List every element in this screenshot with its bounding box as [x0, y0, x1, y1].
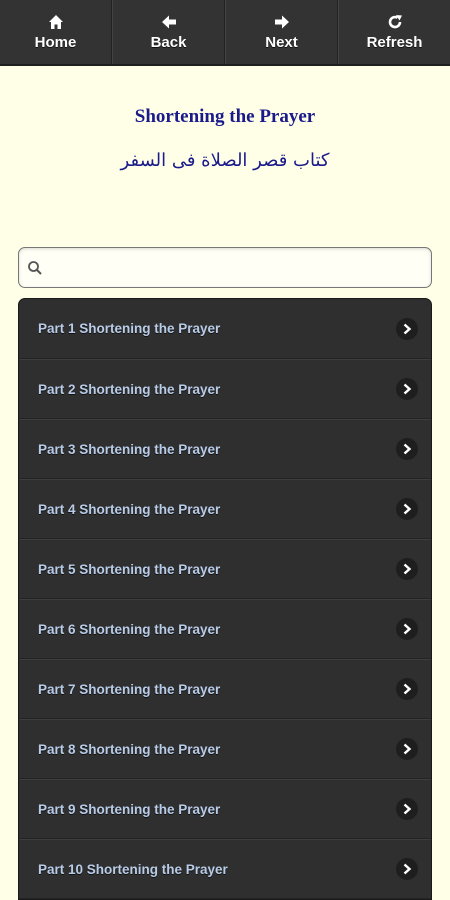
refresh-icon: [386, 13, 404, 31]
chevron-right-icon: [396, 438, 418, 460]
list-item[interactable]: Part 7 Shortening the Prayer: [19, 659, 431, 719]
chevron-right-icon: [396, 678, 418, 700]
list-item-label: Part 2 Shortening the Prayer: [38, 381, 221, 397]
home-button-label: Home: [34, 34, 77, 51]
list-item-label: Part 3 Shortening the Prayer: [38, 441, 221, 457]
search-box: [18, 247, 432, 288]
chevron-right-icon: [396, 498, 418, 520]
refresh-button-label: Refresh: [366, 34, 423, 51]
search-input[interactable]: [49, 252, 427, 285]
home-icon: [47, 13, 65, 31]
parts-list: Part 1 Shortening the Prayer Part 2 Shor…: [18, 298, 432, 900]
home-button[interactable]: Home: [0, 0, 112, 64]
list-item-label: Part 9 Shortening the Prayer: [38, 801, 221, 817]
list-item[interactable]: Part 8 Shortening the Prayer: [19, 719, 431, 779]
list-item[interactable]: Part 1 Shortening the Prayer: [19, 299, 431, 359]
list-item[interactable]: Part 4 Shortening the Prayer: [19, 479, 431, 539]
list-item[interactable]: Part 9 Shortening the Prayer: [19, 779, 431, 839]
next-button[interactable]: Next: [225, 0, 338, 64]
back-button-label: Back: [150, 34, 187, 51]
refresh-button[interactable]: Refresh: [338, 0, 450, 64]
top-toolbar: Home Back Next Refresh: [0, 0, 450, 66]
next-button-label: Next: [265, 34, 298, 51]
list-item-label: Part 7 Shortening the Prayer: [38, 681, 221, 697]
list-item-label: Part 10 Shortening the Prayer: [38, 861, 228, 877]
page-title: Shortening the Prayer: [134, 106, 316, 127]
list-item[interactable]: Part 5 Shortening the Prayer: [19, 539, 431, 599]
arrow-left-icon: [160, 13, 178, 31]
list-item-label: Part 1 Shortening the Prayer: [38, 321, 221, 336]
chevron-right-icon: [396, 738, 418, 760]
list-item-label: Part 5 Shortening the Prayer: [38, 561, 221, 577]
list-item[interactable]: Part 6 Shortening the Prayer: [19, 599, 431, 659]
chevron-right-icon: [396, 317, 418, 340]
list-item[interactable]: Part 3 Shortening the Prayer: [19, 419, 431, 479]
list-item-label: Part 6 Shortening the Prayer: [38, 621, 221, 637]
arrow-right-icon: [273, 13, 291, 31]
chevron-right-icon: [396, 618, 418, 640]
back-button[interactable]: Back: [112, 0, 225, 64]
list-item-label: Part 4 Shortening the Prayer: [38, 501, 221, 517]
chevron-right-icon: [396, 858, 418, 880]
list-item-label: Part 8 Shortening the Prayer: [38, 741, 221, 757]
list-item[interactable]: Part 10 Shortening the Prayer: [19, 839, 431, 899]
search-icon: [27, 260, 43, 276]
page-subtitle-arabic: كتاب قصر الصلاة فى السفر: [120, 150, 330, 171]
chevron-right-icon: [396, 798, 418, 820]
chevron-right-icon: [396, 378, 418, 400]
chevron-right-icon: [396, 558, 418, 580]
list-item[interactable]: Part 2 Shortening the Prayer: [19, 359, 431, 419]
